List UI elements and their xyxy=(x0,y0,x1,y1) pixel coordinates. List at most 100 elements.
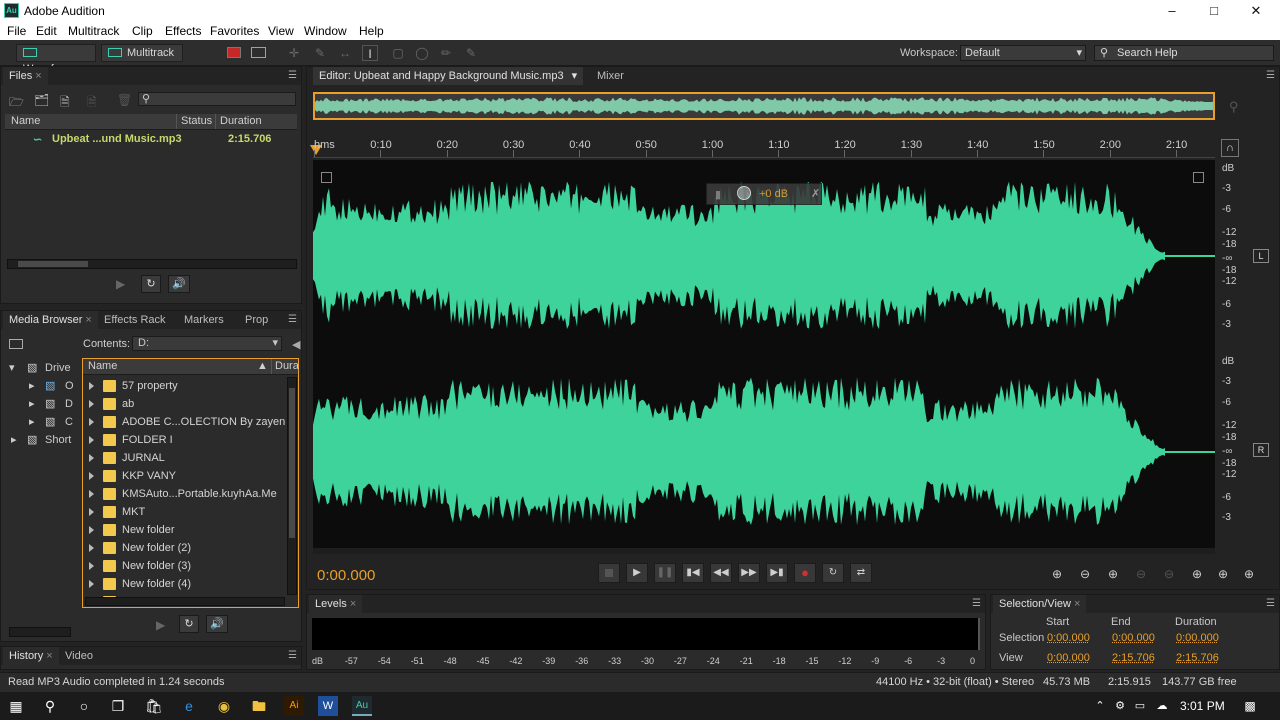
zoom-navigator-icon[interactable]: ⚲ xyxy=(1229,99,1239,115)
zoom-in-time-icon[interactable]: ⊕ xyxy=(1108,567,1118,581)
insert-icon[interactable]: 🗎 xyxy=(87,93,97,114)
folder-item[interactable]: New folder xyxy=(83,521,288,539)
illustrator-icon[interactable]: Ai xyxy=(284,696,304,716)
store-icon[interactable]: 🛍 xyxy=(144,696,164,716)
zoom-selection-icon[interactable]: ⊕ xyxy=(1218,567,1228,581)
zoom-all-icon[interactable]: ⊕ xyxy=(1244,567,1254,581)
column-duration[interactable]: Duration xyxy=(215,114,262,129)
folder-item[interactable]: New folder (4) xyxy=(83,575,288,593)
notification-icon[interactable]: ▩ xyxy=(1240,696,1260,716)
slip-tool-icon[interactable]: ↔ xyxy=(337,45,353,61)
menu-multitrack[interactable]: Multitrack xyxy=(68,24,119,38)
menu-edit[interactable]: Edit xyxy=(36,24,57,38)
file-explorer-icon[interactable]: 🖿 xyxy=(249,696,269,716)
tab-markers[interactable]: Markers xyxy=(178,311,230,329)
fade-out-handle-icon[interactable] xyxy=(1193,172,1204,183)
close-icon[interactable]: ✕ xyxy=(1247,2,1265,20)
task-view-icon[interactable]: ❐ xyxy=(108,696,128,716)
import-file-icon[interactable]: 🗂 xyxy=(34,93,49,107)
view-start[interactable]: 0:00.000 xyxy=(1047,652,1090,664)
folder-item[interactable]: New folder (2) xyxy=(83,539,288,557)
menu-window[interactable]: Window xyxy=(304,24,347,38)
folder-item[interactable]: FOLDER I xyxy=(83,431,288,449)
tray-chevron-icon[interactable]: ⌃ xyxy=(1090,696,1110,716)
tree-horizontal-scrollbar[interactable] xyxy=(9,627,71,637)
panel-menu-icon[interactable]: ☰ xyxy=(288,314,297,325)
zoom-out-amplitude-icon[interactable]: ⊖ xyxy=(1080,567,1090,581)
tab-media-browser[interactable]: Media Browser × xyxy=(3,311,98,329)
search-help-input[interactable]: ⚲ Search Help xyxy=(1094,45,1274,61)
tab-files[interactable]: Files × xyxy=(3,67,48,85)
menu-file[interactable]: File xyxy=(7,24,26,38)
network-icon[interactable]: ⚙ xyxy=(1110,696,1130,716)
tab-history[interactable]: History × xyxy=(3,647,59,665)
marquee-tool-icon[interactable]: ▢ xyxy=(390,45,406,61)
folder-item[interactable]: ab xyxy=(83,395,288,413)
menu-help[interactable]: Help xyxy=(359,24,384,38)
move-tool-icon[interactable]: ✛ xyxy=(286,45,302,61)
cortana-icon[interactable]: ○ xyxy=(74,696,94,716)
spectral-display-icon[interactable] xyxy=(227,47,241,58)
folder-item[interactable]: ADOBE C...OLECTION By zayen xyxy=(83,413,288,431)
skip-selection-button[interactable]: ⇄ xyxy=(850,563,872,583)
minimize-icon[interactable]: – xyxy=(1163,2,1181,20)
selection-duration[interactable]: 0:00.000 xyxy=(1176,632,1219,644)
folder-vertical-scrollbar[interactable] xyxy=(287,377,297,595)
column-duration[interactable]: Dura xyxy=(271,359,299,374)
loop-button[interactable]: ↻ xyxy=(822,563,844,583)
folder-item[interactable]: 57 property xyxy=(83,377,288,395)
folder-item[interactable]: New folder (3) xyxy=(83,557,288,575)
folder-item[interactable]: JURNAL xyxy=(83,449,288,467)
clock[interactable]: 3:01 PM xyxy=(1180,699,1225,713)
audition-icon[interactable]: Au xyxy=(352,696,372,716)
autoplay-icon[interactable]: 🔊 xyxy=(168,275,190,293)
menu-favorites[interactable]: Favorites xyxy=(210,24,259,38)
tab-editor[interactable]: Editor: Upbeat and Happy Background Musi… xyxy=(313,67,584,85)
stop-button[interactable] xyxy=(598,563,620,583)
panel-menu-icon[interactable]: ☰ xyxy=(1266,70,1275,81)
onedrive-icon[interactable]: ☁ xyxy=(1152,696,1172,716)
menu-clip[interactable]: Clip xyxy=(132,24,153,38)
selection-end[interactable]: 0:00.000 xyxy=(1112,632,1155,644)
channel-left-button[interactable]: L xyxy=(1253,249,1269,263)
play-icon[interactable]: ▶ xyxy=(116,277,125,291)
tab-mixer[interactable]: Mixer xyxy=(591,67,630,85)
collapse-icon[interactable]: ◀ xyxy=(292,338,300,351)
folder-item[interactable]: MKT xyxy=(83,503,288,521)
zoom-out-time-icon[interactable]: ⊖ xyxy=(1136,567,1146,581)
panel-menu-icon[interactable]: ☰ xyxy=(1266,598,1275,609)
files-horizontal-scrollbar[interactable] xyxy=(7,259,297,269)
view-duration[interactable]: 2:15.706 xyxy=(1176,652,1219,664)
tab-video[interactable]: Video xyxy=(59,647,99,665)
drive-view-icon[interactable] xyxy=(9,339,23,349)
column-name[interactable]: Name xyxy=(11,114,40,129)
zoom-out-full-icon[interactable]: ⊖ xyxy=(1164,567,1174,581)
fade-in-handle-icon[interactable] xyxy=(321,172,332,183)
record-button[interactable]: ● xyxy=(794,563,816,583)
windows-start-icon[interactable]: ▦ xyxy=(6,696,26,716)
lasso-tool-icon[interactable]: ◯ xyxy=(414,45,430,61)
panel-menu-icon[interactable]: ☰ xyxy=(288,650,297,661)
panel-menu-icon[interactable]: ☰ xyxy=(288,70,297,81)
file-row[interactable]: ∽ Upbeat ...und Music.mp3 2:15.706 xyxy=(5,130,297,148)
rewind-button[interactable]: ◀◀ xyxy=(710,563,732,583)
delete-icon[interactable]: 🗑 xyxy=(117,93,132,107)
new-file-icon[interactable]: 🗎 xyxy=(60,93,70,114)
play-icon[interactable]: ▶ xyxy=(156,618,165,632)
zoom-in-amplitude-icon[interactable]: ⊕ xyxy=(1052,567,1062,581)
fast-forward-button[interactable]: ▶▶ xyxy=(738,563,760,583)
column-status[interactable]: Status xyxy=(176,114,212,129)
time-display[interactable]: 0:00.000 xyxy=(317,567,375,584)
editor-horizontal-scrollbar[interactable] xyxy=(313,548,1215,554)
channel-right-button[interactable]: R xyxy=(1253,443,1269,457)
autoplay-icon[interactable]: 🔊 xyxy=(206,615,228,633)
workspace-select[interactable]: Default ▾ xyxy=(960,45,1086,61)
tab-properties[interactable]: Prop xyxy=(239,311,274,329)
tab-selection-view[interactable]: Selection/View × xyxy=(993,595,1087,613)
panel-menu-icon[interactable]: ☰ xyxy=(972,598,981,609)
brush-tool-icon[interactable]: ✏ xyxy=(438,45,454,61)
column-name[interactable]: Name xyxy=(88,359,117,374)
contents-select[interactable]: D: ▾ xyxy=(132,336,282,351)
time-selection-tool-icon[interactable]: I xyxy=(362,45,378,61)
multitrack-button[interactable]: Multitrack xyxy=(101,44,183,62)
